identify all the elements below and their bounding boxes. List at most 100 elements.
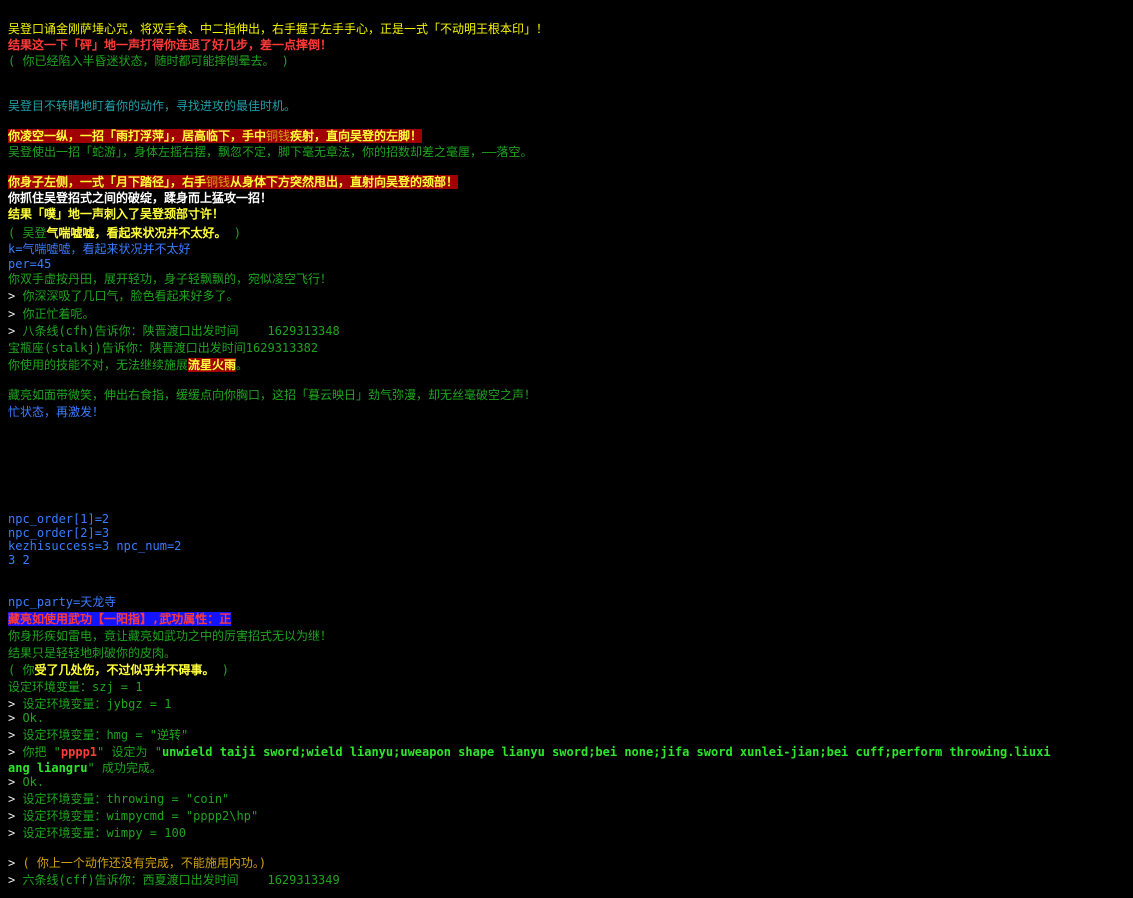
terminal-text: > [8, 826, 23, 840]
terminal-text: ) [226, 226, 241, 240]
terminal-text: kezhisuccess=3 npc_num=2 [8, 539, 182, 553]
terminal-line: > 设定环境变量：hmg = "逆转" [8, 728, 188, 743]
terminal-output: 吴登口诵金刚萨埵心咒，将双手食、中二指伸出，右手握于左手手心，正是一式「不动明王… [0, 0, 1133, 898]
terminal-text: 你身子左侧，一式「月下踏径」，右手 [8, 175, 207, 189]
terminal-line: > 设定环境变量：jybgz = 1 [8, 697, 171, 712]
terminal-text: 设定环境变量：hmg = "逆转" [22, 728, 189, 742]
terminal-text: > [8, 792, 23, 806]
terminal-line: 你身形疾如雷电，竟让藏亮如武功之中的厉害招式无以为继！ [8, 629, 332, 644]
terminal-text: ) [214, 663, 229, 677]
terminal-text: 铜钱 [266, 129, 291, 143]
terminal-text: 设定环境变量：szj = 1 [8, 680, 143, 694]
terminal-text: 设定环境变量：wimpy = 100 [22, 826, 186, 840]
terminal-line: 你双手虚按丹田，展开轻功，身子轻飘飘的，宛似凌空飞行！ [8, 272, 332, 287]
terminal-text: unwield taiji sword;wield lianyu;uweapon… [161, 745, 1051, 759]
terminal-line: > 设定环境变量：wimpycmd = "pppp2\hp" [8, 809, 258, 824]
terminal-line: 忙状态，再激发！ [8, 405, 104, 420]
terminal-text: 六条线(cff)告诉你：西夏渡口出发时间 1629313349 [22, 873, 340, 887]
terminal-line: 结果只是轻轻地刺破你的皮肉。 [8, 646, 176, 661]
terminal-line: 3 2 [8, 553, 30, 568]
terminal-line: > 你正忙着呢。 [8, 307, 94, 322]
terminal-text: 吴登使出一招「蛇游」，身体左摇右摆，飘忽不定，脚下毫无章法，你的招数却差之毫厘，… [8, 145, 533, 159]
terminal-text: 你深深吸了几口气，脸色看起来好多了。 [22, 289, 239, 303]
terminal-line: > 你把 "pppp1" 设定为 "unwield taiji sword;wi… [8, 745, 1051, 760]
terminal-line: 你抓住吴登招式之间的破绽，蹂身而上猛攻一招！ [8, 191, 272, 206]
terminal-line: 你使用的技能不对，无法继续施展流星火雨。 [8, 358, 248, 373]
terminal-text: 流星火雨 [188, 358, 237, 372]
terminal-text: pppp1 [60, 745, 98, 759]
terminal-text: > [8, 873, 23, 887]
terminal-text: Ok. [22, 711, 45, 725]
terminal-line: ang liangru" 成功完成。 [8, 761, 162, 776]
terminal-line: k=气喘嘘嘘，看起来状况并不太好 [8, 242, 190, 257]
terminal-text: 从身体下方突然甩出，直射向吴登的颈部！ [230, 175, 459, 189]
terminal-text: 忙状态，再激发！ [8, 405, 105, 419]
terminal-text: 你把 " [22, 745, 61, 759]
terminal-line: 结果这一下「砰」地一声打得你连退了好几步，差一点摔倒！ [8, 38, 332, 53]
terminal-text: > [8, 324, 23, 338]
terminal-line: 你凌空一纵，一招「雨打浮萍」，居高临下，手中铜钱疾射，直向吴登的左脚！ [8, 129, 423, 144]
terminal-text: 藏亮如面带微笑，伸出右食指，缓缓点向你胸口，这招「暮云映日」劲气弥漫，却无丝毫破… [8, 388, 537, 402]
terminal-text: 你抓住吴登招式之间的破绽，蹂身而上猛攻一招！ [8, 191, 273, 205]
terminal-text: per=45 [8, 257, 52, 271]
terminal-text: 。 [236, 358, 249, 372]
terminal-text: 你双手虚按丹田，展开轻功，身子轻飘飘的，宛似凌空飞行！ [8, 272, 333, 286]
terminal-text: 八条线(cfh)告诉你：陕晋渡口出发时间 1629313348 [22, 324, 340, 338]
terminal-text: 气喘嘘嘘，看起来状况并不太好。 [46, 226, 227, 240]
terminal-text: 你凌空一纵，一招「雨打浮萍」，居高临下，手中 [8, 129, 267, 143]
terminal-line: > ( 你上一个动作还没有完成，不能施用内功。) [8, 856, 266, 871]
terminal-line: > Ok. [8, 711, 44, 726]
terminal-text: 结果「噗」地一声刺入了吴登颈部寸许！ [8, 207, 225, 221]
terminal-text: > [8, 697, 23, 711]
terminal-line: > 你深深吸了几口气，脸色看起来好多了。 [8, 289, 238, 304]
terminal-text: 结果只是轻轻地刺破你的皮肉。 [8, 646, 177, 660]
terminal-text: Ok. [22, 775, 45, 789]
terminal-text: > [8, 307, 23, 321]
terminal-line: 吴登口诵金刚萨埵心咒，将双手食、中二指伸出，右手握于左手手心，正是一式「不动明王… [8, 22, 548, 37]
terminal-text: > [8, 289, 23, 303]
terminal-text: 藏亮如使用武功【一阳指】,武功属性：正 [8, 612, 232, 626]
terminal-line: 设定环境变量：szj = 1 [8, 680, 143, 695]
terminal-line: kezhisuccess=3 npc_num=2 [8, 539, 181, 554]
terminal-text: ang liangru [8, 761, 88, 775]
terminal-text: 疾射，直向吴登的左脚！ [290, 129, 423, 143]
terminal-text: ( 你 [8, 663, 35, 677]
terminal-line: ( 吴登气喘嘘嘘，看起来状况并不太好。 ) [8, 226, 241, 241]
terminal-text: 结果这一下「砰」地一声打得你连退了好几步，差一点摔倒！ [8, 38, 333, 52]
terminal-line: npc_party=天龙寺 [8, 595, 116, 610]
terminal-line: ( 你已经陷入半昏迷状态，随时都可能摔倒晕去。 ) [8, 54, 289, 69]
terminal-line: > Ok. [8, 775, 44, 790]
terminal-text: 设定环境变量：throwing = "coin" [22, 792, 230, 806]
terminal-text: 设定环境变量：jybgz = 1 [22, 697, 172, 711]
terminal-text: 吴登目不转睛地盯着你的动作，寻找进攻的最佳时机。 [8, 99, 297, 113]
terminal-text: > [8, 728, 23, 742]
terminal-text: ( 吴登 [8, 226, 47, 240]
terminal-line: npc_order[1]=2 [8, 512, 109, 527]
terminal-text: npc_order[1]=2 [8, 512, 110, 526]
terminal-text: ( 你已经陷入半昏迷状态，随时都可能摔倒晕去。 ) [8, 54, 289, 68]
terminal-text: npc_order[2]=3 [8, 526, 110, 540]
terminal-line: 你身子左侧，一式「月下踏径」，右手铜钱从身体下方突然甩出，直射向吴登的颈部！ [8, 175, 459, 190]
terminal-text: 设定环境变量：wimpycmd = "pppp2\hp" [22, 809, 259, 823]
terminal-line: > 八条线(cfh)告诉你：陕晋渡口出发时间 1629313348 [8, 324, 340, 339]
terminal-text: 吴登口诵金刚萨埵心咒，将双手食、中二指伸出，右手握于左手手心，正是一式「不动明王… [8, 22, 549, 36]
terminal-text: ( 你上一个动作还没有完成，不能施用内功。) [22, 856, 267, 870]
terminal-text: > [8, 711, 23, 725]
terminal-line: per=45 [8, 257, 51, 272]
terminal-text: k=气喘嘘嘘，看起来状况并不太好 [8, 242, 191, 256]
terminal-text: 你身形疾如雷电，竟让藏亮如武功之中的厉害招式无以为继！ [8, 629, 333, 643]
terminal-text: 宝瓶座(stalkj)告诉你：陕晋渡口出发时间1629313382 [8, 341, 319, 355]
terminal-line: 藏亮如面带微笑，伸出右食指，缓缓点向你胸口，这招「暮云映日」劲气弥漫，却无丝毫破… [8, 388, 536, 403]
terminal-text: " 成功完成。 [87, 761, 162, 775]
terminal-line: 吴登目不转睛地盯着你的动作，寻找进攻的最佳时机。 [8, 99, 296, 114]
terminal-text: " 设定为 " [97, 745, 162, 759]
terminal-line: 藏亮如使用武功【一阳指】,武功属性：正 [8, 612, 232, 627]
terminal-line: ( 你受了几处伤，不过似乎并不碍事。 ) [8, 663, 229, 678]
terminal-text: > [8, 775, 23, 789]
terminal-text: > [8, 809, 23, 823]
terminal-text: > [8, 856, 23, 870]
terminal-line: 宝瓶座(stalkj)告诉你：陕晋渡口出发时间1629313382 [8, 341, 318, 356]
terminal-text: 你使用的技能不对，无法继续施展 [8, 358, 189, 372]
terminal-text: > [8, 745, 23, 759]
terminal-line: 结果「噗」地一声刺入了吴登颈部寸许！ [8, 207, 224, 222]
